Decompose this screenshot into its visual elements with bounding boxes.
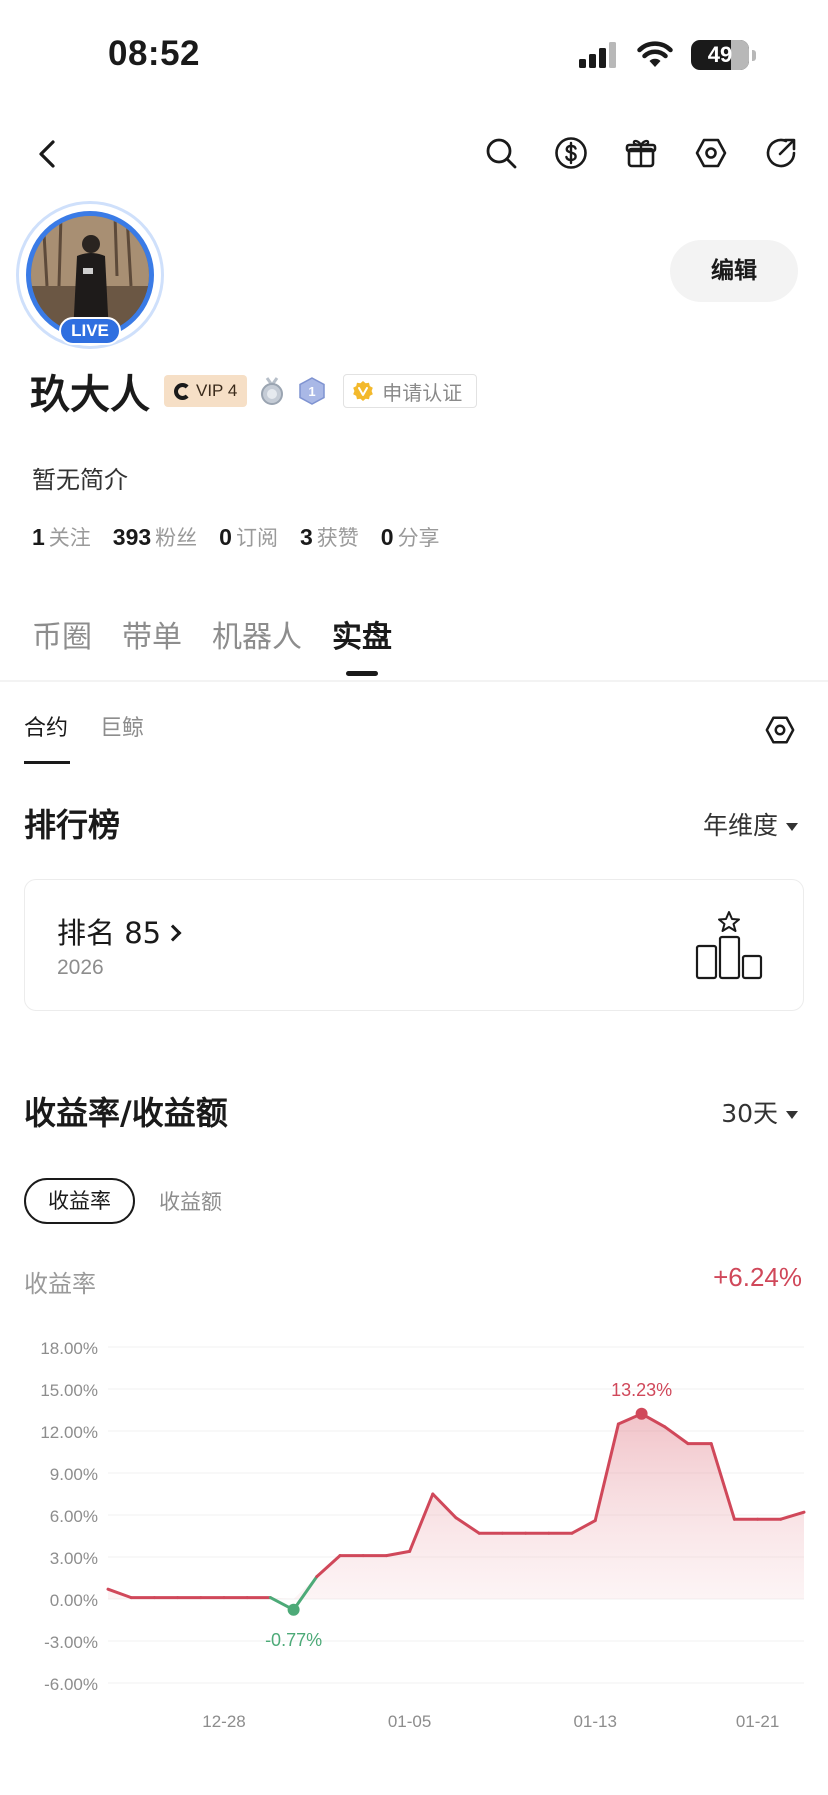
ranking-title: 排行榜 xyxy=(24,806,121,844)
back-icon[interactable] xyxy=(30,136,66,172)
gift-icon[interactable] xyxy=(624,136,658,170)
return-area xyxy=(108,1413,804,1599)
min-label: -0.77% xyxy=(265,1630,322,1650)
tab-live-trading[interactable]: 实盘 xyxy=(332,612,392,676)
verified-v-icon xyxy=(353,381,374,401)
stat-likes[interactable]: 3 获赞 xyxy=(300,522,359,552)
top-nav-actions xyxy=(484,136,798,170)
subtab-whales[interactable]: 巨鲸 xyxy=(100,710,144,742)
x-tick-label: 01-05 xyxy=(388,1712,431,1731)
tab-crypto-circle[interactable]: 币圈 xyxy=(32,612,92,656)
status-icons: 49 xyxy=(579,40,756,70)
share-icon[interactable] xyxy=(764,136,798,170)
toggle-return-amount[interactable]: 收益额 xyxy=(159,1186,222,1216)
subtab-contracts[interactable]: 合约 xyxy=(24,710,71,764)
y-tick-label: 3.00% xyxy=(50,1549,98,1568)
y-tick-label: -3.00% xyxy=(44,1633,98,1652)
x-tick-label: 12-28 xyxy=(202,1712,245,1731)
filter-settings-icon[interactable] xyxy=(764,714,796,746)
user-name: 玖大人 xyxy=(30,372,150,418)
vip-logo-icon xyxy=(174,382,191,400)
chevron-right-icon xyxy=(164,924,182,942)
tab-copy-trading[interactable]: 带单 xyxy=(122,612,182,656)
stat-subscriptions[interactable]: 0 订阅 xyxy=(219,522,278,552)
rank-year: 2026 xyxy=(57,956,104,979)
settings-icon[interactable] xyxy=(694,136,728,170)
verify-label: 申请认证 xyxy=(382,380,463,405)
stats-row: 1 关注 393 粉丝 0 订阅 3 获赞 0 分享 xyxy=(32,522,440,552)
y-tick-label: 12.00% xyxy=(40,1423,98,1442)
min-point xyxy=(287,1603,300,1616)
toggle-return-rate[interactable]: 收益率 xyxy=(24,1178,135,1224)
x-tick-label: 01-13 xyxy=(573,1712,616,1731)
search-icon[interactable] xyxy=(484,136,518,170)
max-label: 13.23% xyxy=(611,1380,672,1400)
max-point xyxy=(635,1407,648,1420)
live-badge: LIVE xyxy=(59,317,121,345)
y-tick-label: 0.00% xyxy=(50,1591,98,1610)
status-time: 08:52 xyxy=(108,34,201,73)
rank-label: 排名 85 xyxy=(57,910,182,952)
y-tick-label: 15.00% xyxy=(40,1381,98,1400)
level-shield-icon[interactable]: 1 xyxy=(297,376,327,406)
stat-shares[interactable]: 0 分享 xyxy=(381,522,440,552)
y-tick-label: 6.00% xyxy=(50,1507,98,1526)
podium-icon xyxy=(695,911,763,980)
stat-followers[interactable]: 393 粉丝 xyxy=(113,522,197,552)
x-tick-label: 01-21 xyxy=(736,1712,779,1731)
profile-page: 08:52 49 LIVE 编辑 玖大人 VIP 4 1 申请认证 暂无简介 1… xyxy=(0,0,828,1795)
returns-chart[interactable]: 18.00% 15.00% 12.00% 9.00% 6.00% 3.00% 0.00% -3… xyxy=(0,1320,828,1740)
silver-medal-icon[interactable] xyxy=(257,376,287,406)
rank-card[interactable]: 排名 85 2026 xyxy=(24,879,804,1011)
y-tick-label: 18.00% xyxy=(40,1339,98,1358)
y-tick-label: -6.00% xyxy=(44,1675,98,1694)
ranking-period-dropdown[interactable]: 年维度 xyxy=(703,806,798,842)
battery-level: 49 xyxy=(707,42,733,67)
tabs-divider xyxy=(0,680,828,682)
stat-following[interactable]: 1 关注 xyxy=(32,522,91,552)
bio-text: 暂无简介 xyxy=(32,466,128,494)
vip-label: VIP 4 xyxy=(196,381,238,400)
battery-icon: 49 xyxy=(691,40,749,70)
return-rate-value: +6.24% xyxy=(713,1262,802,1292)
returns-title: 收益率/收益额 xyxy=(24,1094,228,1132)
returns-toggle: 收益率 收益额 xyxy=(24,1178,222,1224)
sub-tabs: 合约 巨鲸 xyxy=(24,710,144,764)
returns-period-dropdown[interactable]: 30天 xyxy=(721,1094,798,1130)
dollar-icon[interactable] xyxy=(554,136,588,170)
signal-icon xyxy=(579,42,616,68)
edit-profile-button[interactable]: 编辑 xyxy=(670,240,798,302)
main-tabs: 币圈 带单 机器人 实盘 xyxy=(32,612,392,676)
y-tick-label: 9.00% xyxy=(50,1465,98,1484)
wifi-icon xyxy=(637,41,673,67)
return-rate-label: 收益率 xyxy=(24,1270,96,1298)
verify-button[interactable]: 申请认证 xyxy=(343,374,478,408)
name-row: 玖大人 VIP 4 1 申请认证 xyxy=(30,362,478,420)
avatar[interactable]: LIVE xyxy=(16,201,164,349)
tab-bots[interactable]: 机器人 xyxy=(212,612,302,656)
level-shield-number: 1 xyxy=(309,384,316,399)
vip-badge[interactable]: VIP 4 xyxy=(164,375,248,407)
